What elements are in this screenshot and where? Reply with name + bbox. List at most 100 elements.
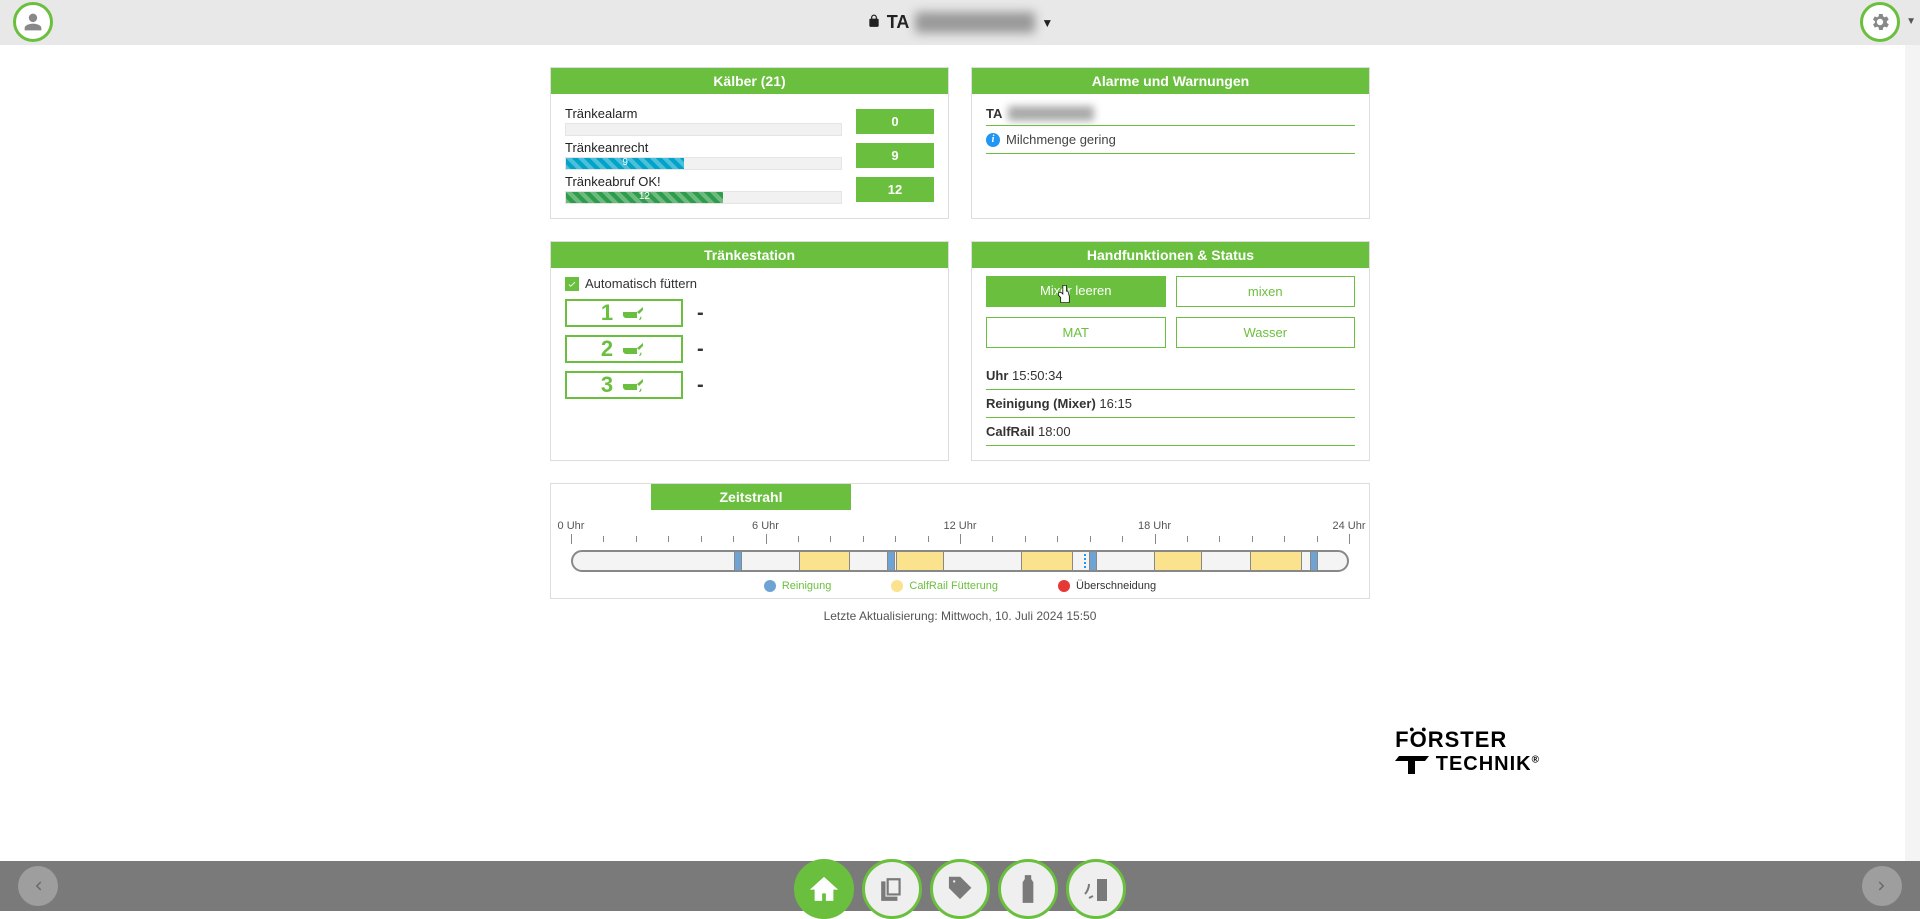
chevron-left-icon	[29, 877, 47, 895]
kaelber-label: Tränkealarm	[565, 106, 842, 121]
timeline-segment-blue	[1089, 552, 1097, 570]
status-line: Uhr 15:50:34	[986, 362, 1355, 390]
copy-icon	[879, 876, 905, 902]
panel-station: Tränkestation Automatisch füttern 1-2-3-	[550, 241, 949, 461]
logo-t-icon	[1395, 756, 1429, 774]
chevron-down-icon: ▼	[1041, 16, 1053, 30]
timeline-axis: 0 Uhr6 Uhr12 Uhr18 Uhr24 Uhr	[571, 520, 1349, 548]
timeline-track	[571, 550, 1349, 572]
tag-icon	[946, 875, 974, 903]
kaelber-count: 12	[856, 177, 934, 202]
scrollbar[interactable]	[1905, 45, 1920, 861]
alarm-device-prefix: TA	[986, 106, 1002, 121]
info-icon: i	[986, 133, 1000, 147]
kaelber-row[interactable]: Tränkealarm 0	[565, 106, 934, 136]
station-value: -	[697, 338, 704, 361]
main-content: Kälber (21) Tränkealarm 0 Tränkeanrecht 9…	[550, 45, 1370, 623]
mixen-button[interactable]: mixen	[1176, 276, 1356, 307]
panel-handfn-title: Handfunktionen & Status	[972, 242, 1369, 268]
last-update-text: Letzte Aktualisierung: Mittwoch, 10. Jul…	[550, 609, 1370, 623]
progress-fill: 9	[566, 158, 684, 169]
mat-button[interactable]: MAT	[986, 317, 1166, 348]
kaelber-row[interactable]: Tränkeanrecht 9 9	[565, 140, 934, 170]
panel-kaelber: Kälber (21) Tränkealarm 0 Tränkeanrecht 9…	[550, 67, 949, 219]
station-box: 3	[565, 371, 683, 399]
calf-icon	[621, 340, 647, 358]
mixer-leeren-button[interactable]: Mixer leeren	[986, 276, 1166, 307]
timeline-segment-blue	[1310, 552, 1318, 570]
nav-tag-button[interactable]	[930, 859, 990, 919]
chevron-right-icon	[1873, 877, 1891, 895]
nav-next-button[interactable]	[1862, 866, 1902, 906]
red-dot-icon	[1058, 580, 1070, 592]
station-row[interactable]: 1-	[565, 299, 934, 327]
nav-bottle-button[interactable]	[998, 859, 1058, 919]
alarm-device-row[interactable]: TA XXXXXXXXX	[986, 102, 1355, 126]
station-box: 2	[565, 335, 683, 363]
status-line: Reinigung (Mixer) 16:15	[986, 390, 1355, 418]
station-box: 1	[565, 299, 683, 327]
nav-home-button[interactable]	[794, 859, 854, 919]
bottle-icon	[1015, 874, 1041, 904]
calf-icon	[621, 304, 647, 322]
kaelber-count: 0	[856, 109, 934, 134]
top-header: TA XXXXXXXXX ▼ ▼	[0, 0, 1920, 45]
timeline-legend: Reinigung CalfRail Fütterung Überschneid…	[571, 580, 1349, 592]
timeline-segment-yellow	[799, 552, 851, 570]
progress-fill: 12	[566, 192, 723, 203]
timeline-segment-blue	[887, 552, 895, 570]
nav-station-button[interactable]	[1066, 859, 1126, 919]
device-selector[interactable]: TA XXXXXXXXX ▼	[867, 12, 1054, 33]
timeline-now-marker	[1084, 550, 1086, 572]
nav-copy-button[interactable]	[862, 859, 922, 919]
alarm-item[interactable]: i Milchmenge gering	[986, 126, 1355, 154]
station-value: -	[697, 302, 704, 325]
blue-dot-icon	[764, 580, 776, 592]
progress-bar: 9	[565, 157, 842, 170]
panel-station-title: Tränkestation	[551, 242, 948, 268]
user-button[interactable]	[13, 2, 53, 42]
panel-alarms: Alarme und Warnungen TA XXXXXXXXX i Milch…	[971, 67, 1370, 219]
timeline-segment-yellow	[1021, 552, 1073, 570]
legend-overlap: Überschneidung	[1058, 580, 1156, 592]
bottom-nav	[0, 861, 1920, 911]
station-value: -	[697, 374, 704, 397]
station-icon	[1081, 874, 1111, 904]
panel-kaelber-title: Kälber (21)	[551, 68, 948, 94]
panel-timeline: Zeitstrahl 0 Uhr6 Uhr12 Uhr18 Uhr24 Uhr …	[550, 483, 1370, 599]
alarm-text: Milchmenge gering	[1006, 132, 1116, 147]
panel-alarms-title: Alarme und Warnungen	[972, 68, 1369, 94]
legend-reinigung: Reinigung	[764, 580, 832, 592]
gear-icon	[1869, 11, 1891, 33]
kaelber-label: Tränkeanrecht	[565, 140, 842, 155]
alarm-device-hidden: XXXXXXXXX	[1008, 106, 1094, 121]
home-icon	[809, 874, 839, 904]
device-prefix: TA	[887, 12, 910, 33]
wasser-button[interactable]: Wasser	[1176, 317, 1356, 348]
kaelber-count: 9	[856, 143, 934, 168]
lock-icon	[867, 12, 881, 33]
nav-prev-button[interactable]	[18, 866, 58, 906]
device-id-hidden: XXXXXXXXX	[915, 12, 1035, 33]
timeline-segment-yellow	[1154, 552, 1202, 570]
progress-bar: 12	[565, 191, 842, 204]
kaelber-row[interactable]: Tränkeabruf OK! 12 12	[565, 174, 934, 204]
station-row[interactable]: 2-	[565, 335, 934, 363]
user-icon	[23, 12, 43, 32]
auto-feed-label: Automatisch füttern	[585, 276, 697, 291]
auto-feed-checkbox[interactable]: Automatisch füttern	[565, 276, 934, 291]
timeline-segment-yellow	[1250, 552, 1302, 570]
station-row[interactable]: 3-	[565, 371, 934, 399]
timeline-segment-yellow	[896, 552, 944, 570]
timeline-segment-blue	[734, 552, 742, 570]
panel-timeline-title: Zeitstrahl	[651, 484, 851, 510]
legend-calfrail: CalfRail Fütterung	[891, 580, 998, 592]
foerster-technik-logo: ● ●FORSTER TECHNIK®	[1395, 727, 1540, 776]
yellow-dot-icon	[891, 580, 903, 592]
header-chevron-down-icon: ▼	[1906, 16, 1916, 27]
status-line: CalfRail 18:00	[986, 418, 1355, 446]
kaelber-label: Tränkeabruf OK!	[565, 174, 842, 189]
checkbox-checked-icon	[565, 277, 579, 291]
progress-bar	[565, 123, 842, 136]
settings-button[interactable]	[1860, 2, 1900, 42]
